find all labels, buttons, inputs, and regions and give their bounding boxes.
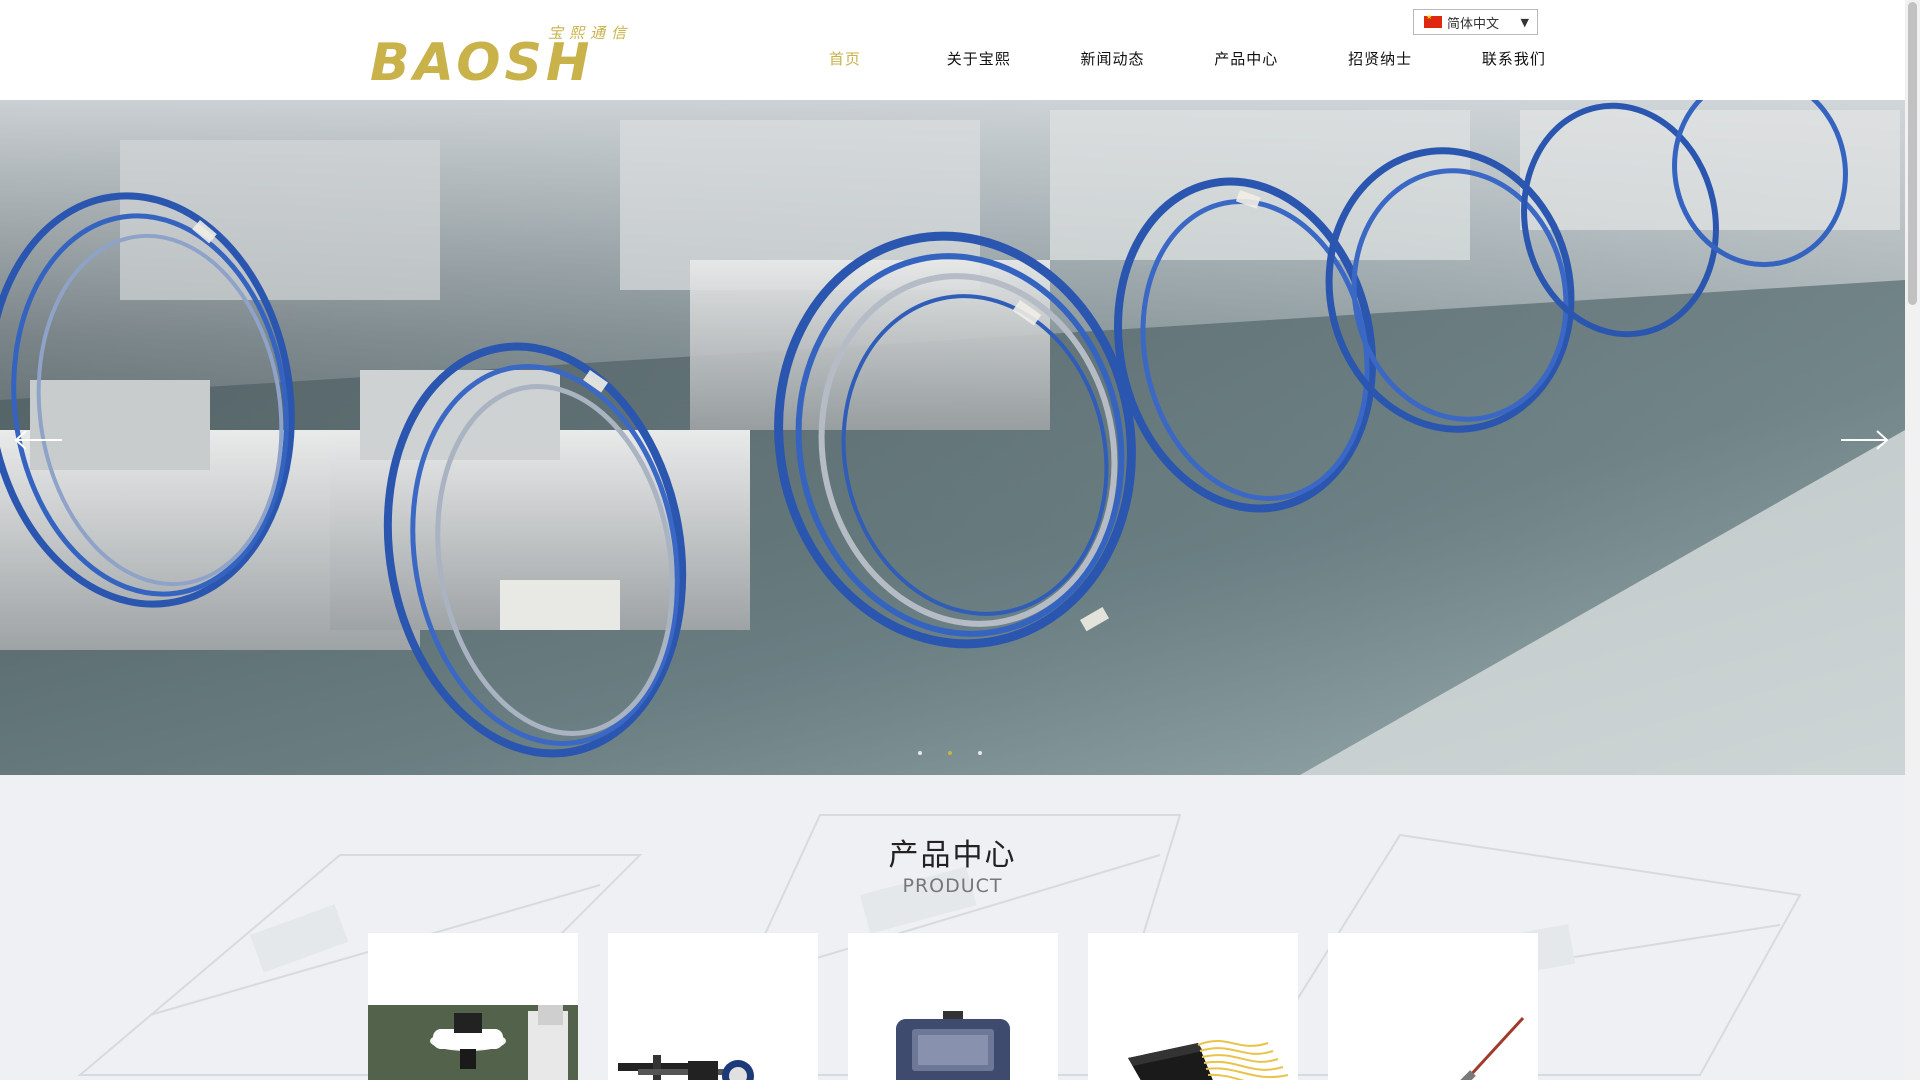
china-flag-icon	[1424, 13, 1442, 28]
section-title: 产品中心	[888, 838, 1017, 873]
microscope-image	[368, 1005, 578, 1080]
nav-about[interactable]: 关于宝熙	[912, 48, 1046, 70]
product-center-section: 产品中心 PRODUCT	[0, 775, 1905, 1080]
hero-slider	[0, 100, 1905, 775]
main-nav: 首页 关于宝熙 新闻动态 产品中心 招贤纳士 联系我们	[778, 48, 1581, 70]
nav-careers[interactable]: 招贤纳士	[1313, 48, 1447, 70]
language-label: 简体中文	[1447, 16, 1500, 32]
nav-contact[interactable]: 联系我们	[1447, 48, 1581, 70]
section-subtitle: PRODUCT	[902, 875, 1003, 897]
nav-news[interactable]: 新闻动态	[1046, 48, 1180, 70]
site-header: 宝熙通信 BAOSH 简体中文 ▼ 首页 关于宝熙 新闻动态 产品中心 招贤纳士…	[0, 0, 1905, 100]
product-card-1[interactable]	[368, 933, 578, 1080]
handheld-meter-image	[896, 1011, 1010, 1080]
product-card-3[interactable]	[848, 933, 1058, 1080]
svg-text:BAOSH: BAOSH	[370, 33, 593, 84]
next-slide-arrow-icon[interactable]	[1839, 428, 1889, 452]
prev-slide-arrow-icon[interactable]	[14, 428, 64, 452]
product-card-2[interactable]	[608, 933, 818, 1080]
slide-indicators	[918, 751, 982, 755]
fiber-splitter-image	[1128, 1040, 1289, 1080]
baosh-logo[interactable]: 宝熙通信 BAOSH	[368, 22, 650, 84]
scrollbar-thumb[interactable]	[1908, 2, 1917, 305]
product-card-4[interactable]	[1088, 933, 1298, 1080]
product-card-5[interactable]	[1328, 933, 1538, 1080]
fiber-collimator-image	[1460, 1016, 1525, 1080]
nav-home[interactable]: 首页	[778, 48, 912, 70]
slide-dot-3[interactable]	[978, 751, 982, 755]
language-select[interactable]: 简体中文 ▼	[1413, 9, 1538, 35]
slide-dot-1[interactable]	[918, 751, 922, 755]
nav-products[interactable]: 产品中心	[1179, 48, 1313, 70]
page-scrollbar[interactable]	[1905, 0, 1920, 1080]
fiber-fixture-image	[618, 1055, 754, 1080]
hero-banner-image	[0, 100, 1905, 775]
slide-dot-2[interactable]	[948, 751, 952, 755]
caret-down-icon: ▼	[1520, 15, 1529, 29]
